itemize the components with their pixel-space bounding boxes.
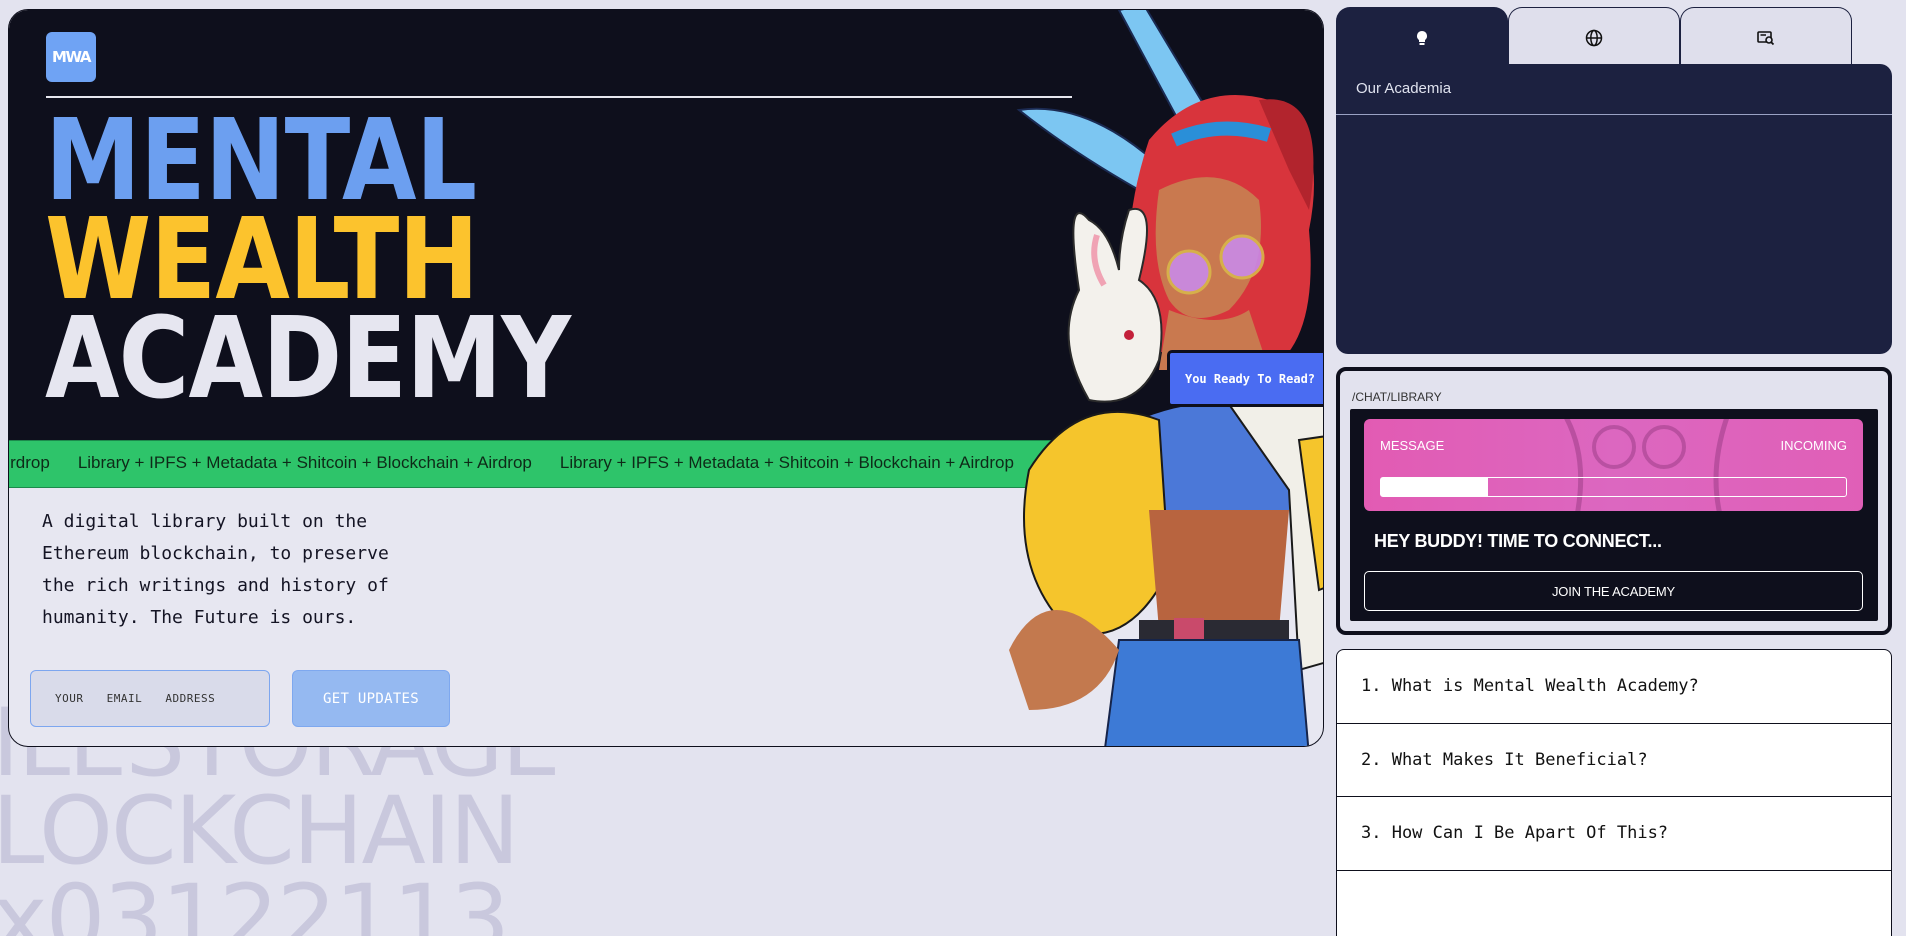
search-document-icon [1757, 30, 1775, 45]
hero-section: MWA MENTAL WEALTH ACADEMY Airdrop Librar… [8, 9, 1324, 747]
progress-fill [1381, 478, 1488, 496]
faq-item[interactable]: 1. What is Mental Wealth Academy? [1337, 650, 1891, 724]
panel-title: Our Academia [1356, 80, 1452, 97]
page-title: MENTAL WEALTH ACADEMY [45, 105, 571, 424]
join-academy-button[interactable]: JOIN THE ACADEMY [1364, 571, 1863, 611]
watermark-line: LOCKCHAIN [0, 777, 520, 886]
tab-globe[interactable] [1508, 7, 1680, 67]
watermark-line: x03122113 [0, 865, 510, 936]
chat-widget: /CHAT/LIBRARY MESSAGE INCOMING HEY BUDDY… [1336, 367, 1892, 635]
divider [1336, 114, 1892, 115]
academia-panel: Our Academia [1336, 64, 1892, 354]
message-label: MESSAGE [1380, 438, 1445, 453]
lightbulb-icon [1417, 30, 1427, 45]
ticker-item: Library + IPFS + Metadata + Shitcoin + B… [77, 453, 532, 472]
incoming-label: INCOMING [1780, 438, 1847, 453]
faq-item[interactable]: 3. How Can I Be Apart Of This? [1337, 797, 1891, 871]
get-updates-button[interactable]: GET UPDATES [292, 670, 450, 727]
chat-body: MESSAGE INCOMING HEY BUDDY! TIME TO CONN… [1350, 409, 1878, 621]
message-card: MESSAGE INCOMING [1364, 419, 1863, 511]
title-line-academy: ACADEMY [45, 294, 571, 424]
tab-ideas[interactable] [1336, 7, 1508, 67]
chat-headline: HEY BUDDY! TIME TO CONNECT... [1374, 531, 1662, 551]
email-input[interactable]: YOUR EMAIL ADDRESS [30, 670, 270, 727]
faq-item[interactable]: 2. What Makes It Beneficial? [1337, 724, 1891, 797]
ticker-item: Airdrop [9, 453, 50, 472]
globe-icon [1585, 29, 1603, 46]
logo[interactable]: MWA [46, 32, 96, 82]
ready-to-read-bubble[interactable]: You Ready To Read? [1167, 350, 1323, 407]
progress-bar [1380, 477, 1847, 497]
ticker-item: Library + IPFS + Metadata + Shitcoin + B… [559, 453, 1014, 472]
chat-path: /CHAT/LIBRARY [1352, 390, 1442, 404]
tab-bar [1336, 7, 1852, 67]
tab-search[interactable] [1680, 7, 1852, 67]
faq-list: 1. What is Mental Wealth Academy? 2. Wha… [1336, 649, 1892, 936]
hero-description: A digital library built on the Ethereum … [42, 511, 389, 628]
avatar-illustration [1564, 419, 1730, 511]
